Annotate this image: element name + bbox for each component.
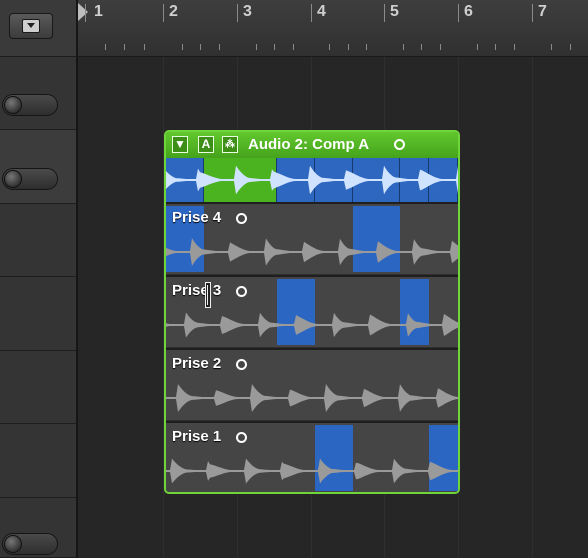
track-menu-button[interactable] bbox=[9, 13, 53, 39]
take-label: Prise 3 bbox=[172, 282, 222, 299]
track-header[interactable] bbox=[0, 57, 76, 130]
take-label: Prise 1 bbox=[172, 428, 222, 445]
track-header[interactable] bbox=[0, 130, 76, 204]
bar-gridline bbox=[532, 57, 533, 558]
track-list-corner bbox=[0, 0, 76, 57]
beat-tick bbox=[293, 44, 294, 50]
bar-tick bbox=[237, 4, 238, 22]
beat-tick bbox=[403, 44, 404, 50]
track-header[interactable] bbox=[0, 351, 76, 424]
record-circle-icon[interactable] bbox=[236, 359, 247, 370]
beat-tick bbox=[421, 44, 422, 50]
take-waveform bbox=[166, 238, 458, 266]
bar-tick bbox=[163, 4, 164, 22]
beat-tick bbox=[440, 44, 441, 50]
track-toggle-switch[interactable] bbox=[2, 533, 58, 555]
beat-tick bbox=[329, 44, 330, 50]
beat-tick bbox=[495, 44, 496, 50]
beat-tick bbox=[514, 44, 515, 50]
bar-tick bbox=[458, 4, 459, 22]
menu-icon bbox=[22, 19, 40, 33]
bar-tick bbox=[384, 4, 385, 22]
beat-tick bbox=[219, 44, 220, 50]
take-waveform bbox=[166, 458, 458, 484]
bar-number: 4 bbox=[317, 3, 326, 20]
comp-lane[interactable] bbox=[166, 158, 458, 202]
bar-tick bbox=[85, 4, 86, 22]
beat-tick bbox=[144, 44, 145, 50]
beat-tick bbox=[256, 44, 257, 50]
record-circle-icon[interactable] bbox=[236, 432, 247, 443]
beat-tick bbox=[477, 44, 478, 50]
track-header[interactable] bbox=[0, 204, 76, 277]
beat-tick bbox=[105, 44, 106, 50]
comp-waveform bbox=[166, 165, 458, 195]
record-circle-icon[interactable] bbox=[394, 139, 405, 150]
take-label: Prise 4 bbox=[172, 209, 222, 226]
bar-number: 6 bbox=[464, 3, 473, 20]
take-waveform bbox=[166, 312, 458, 338]
bar-tick bbox=[311, 4, 312, 22]
text-cursor-icon bbox=[205, 282, 211, 308]
bar-number: 7 bbox=[538, 3, 547, 20]
beat-tick bbox=[366, 44, 367, 50]
take-lane[interactable]: Prise 1 bbox=[166, 421, 458, 492]
track-toggle-switch[interactable] bbox=[2, 168, 58, 190]
automation-button[interactable]: A bbox=[198, 136, 214, 153]
disclosure-icon[interactable]: ▼ bbox=[172, 136, 188, 153]
bar-number: 1 bbox=[94, 3, 103, 20]
flex-button[interactable]: ⁂ bbox=[222, 136, 238, 153]
bar-ruler[interactable]: 1 2 3 4 5 6 7 bbox=[78, 0, 588, 57]
beat-tick bbox=[124, 44, 125, 50]
track-header[interactable] bbox=[0, 277, 76, 351]
bar-number: 2 bbox=[169, 3, 178, 20]
beat-tick bbox=[348, 44, 349, 50]
bar-tick bbox=[532, 4, 533, 22]
beat-tick bbox=[182, 44, 183, 50]
bar-number: 3 bbox=[243, 3, 252, 20]
track-headers bbox=[0, 57, 76, 558]
playhead-icon[interactable] bbox=[78, 3, 88, 21]
beat-tick bbox=[200, 44, 201, 50]
beat-tick bbox=[551, 44, 552, 50]
track-header[interactable] bbox=[0, 498, 76, 558]
bar-number: 5 bbox=[390, 3, 399, 20]
record-circle-icon[interactable] bbox=[236, 286, 247, 297]
record-circle-icon[interactable] bbox=[236, 213, 247, 224]
take-lane[interactable]: Prise 2 bbox=[166, 348, 458, 420]
take-folder-title: Audio 2: Comp A bbox=[248, 136, 370, 153]
take-folder[interactable]: ▼ A ⁂ Audio 2: Comp A Prise 4 Prise 3 Pris… bbox=[164, 130, 460, 494]
track-toggle-switch[interactable] bbox=[2, 94, 58, 116]
take-lane[interactable]: Prise 4 bbox=[166, 202, 458, 274]
take-folder-header[interactable]: ▼ A ⁂ Audio 2: Comp A bbox=[166, 132, 458, 158]
beat-tick bbox=[274, 44, 275, 50]
take-label: Prise 2 bbox=[172, 355, 222, 372]
track-header[interactable] bbox=[0, 424, 76, 498]
take-waveform bbox=[166, 384, 458, 412]
beat-tick bbox=[570, 44, 571, 50]
